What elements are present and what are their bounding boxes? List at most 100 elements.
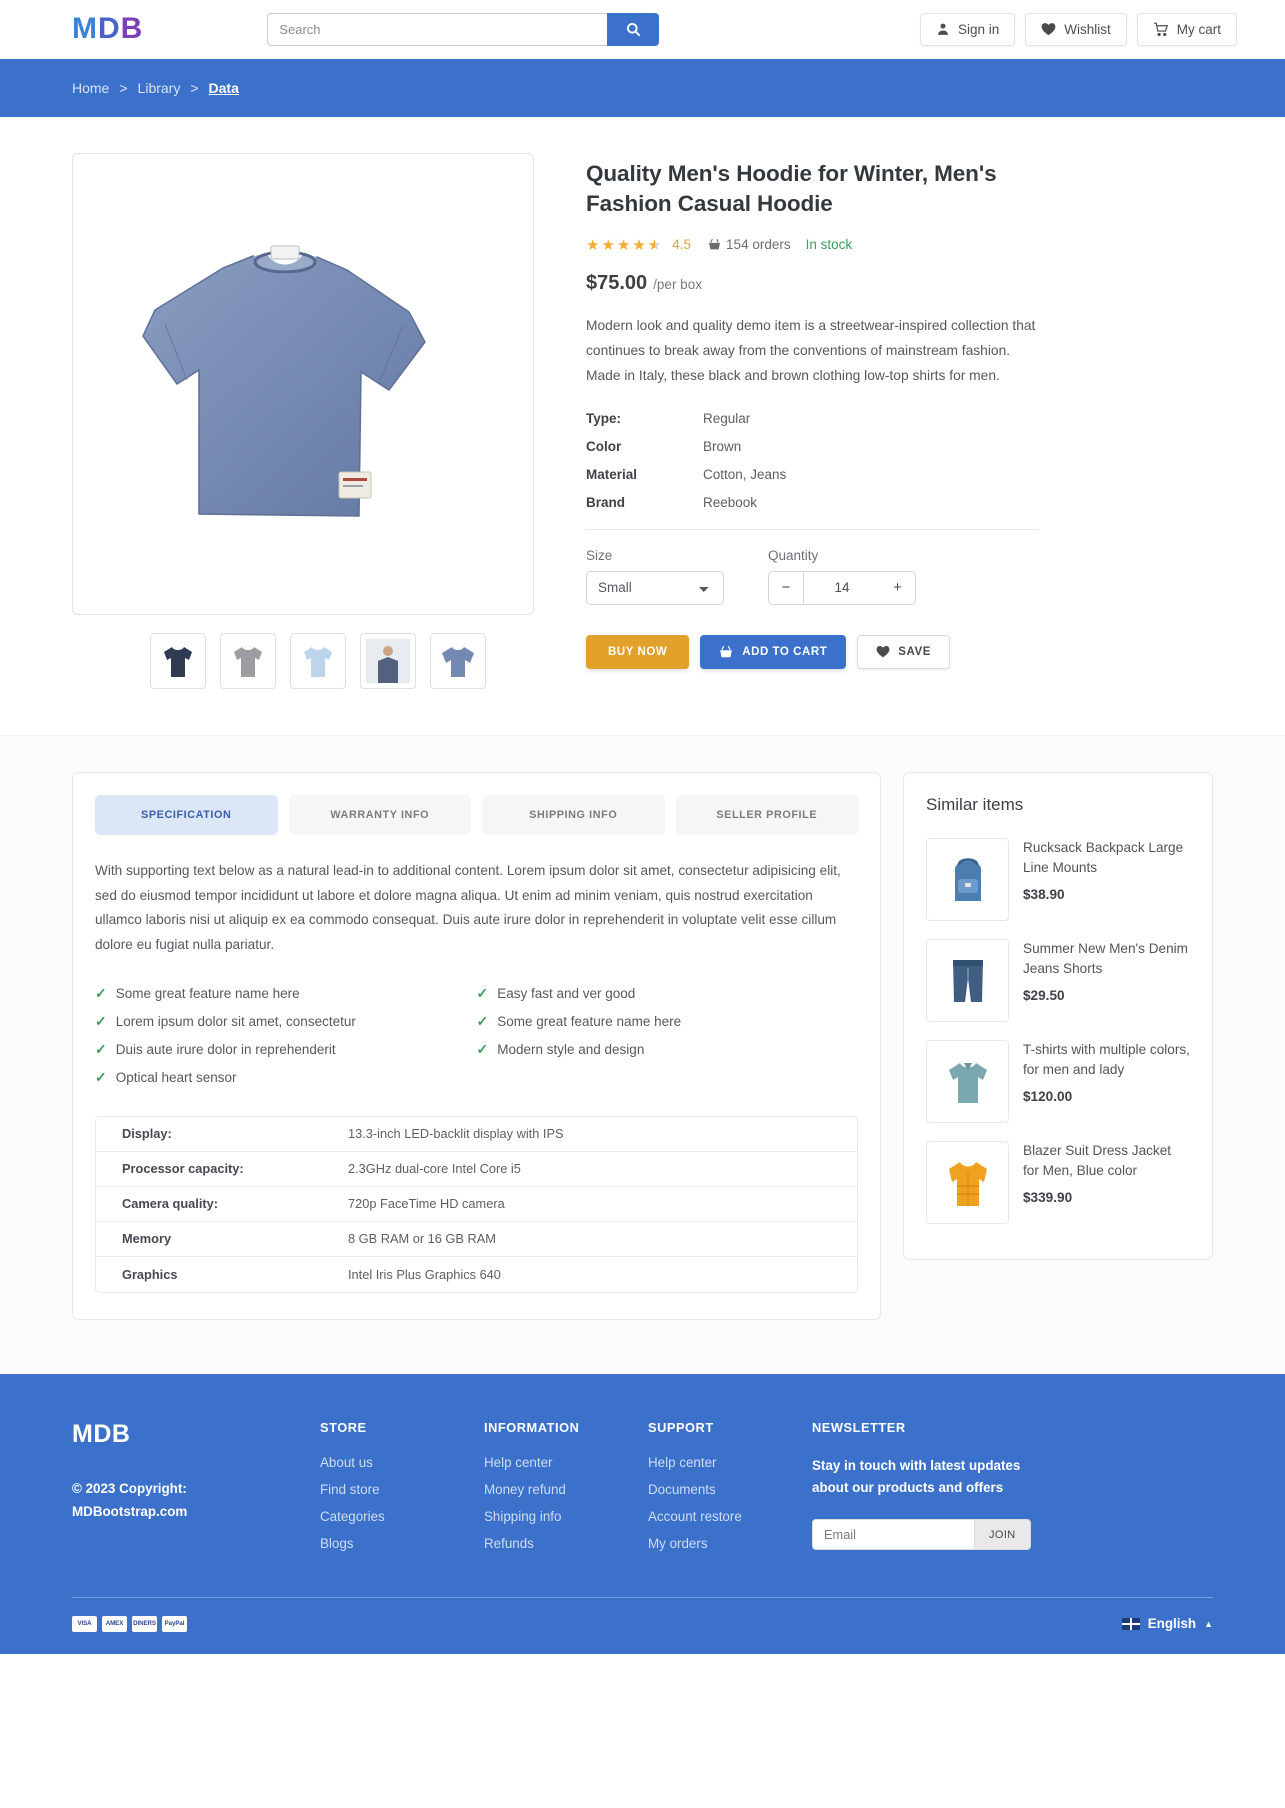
- tab-warranty-info[interactable]: WARRANTY INFO: [288, 795, 471, 835]
- feature-label: Some great feature name here: [115, 986, 300, 1002]
- quantity-increase-button[interactable]: +: [880, 570, 916, 605]
- size-select[interactable]: Small: [586, 570, 724, 605]
- star-full-icon: ★: [632, 236, 647, 254]
- spec-key: Graphics: [122, 1266, 178, 1282]
- footer-heading-store: STORE: [320, 1419, 367, 1435]
- footer-link-find-store[interactable]: Find store: [320, 1482, 484, 1497]
- caret-up-icon: ▲: [1204, 1618, 1213, 1629]
- attribute-row: Color Brown: [586, 439, 1213, 454]
- mdb-logo[interactable]: MDB: [72, 12, 143, 46]
- thumb-navy-tshirt-icon: [164, 647, 192, 677]
- thumbnail-1[interactable]: [220, 633, 276, 689]
- action-buttons: BUY NOW ADD TO CART SAVE: [586, 634, 1213, 669]
- shorts-icon: [952, 959, 983, 1002]
- breadcrumb-separator-2: >: [190, 80, 199, 96]
- footer-column-store: STORE About us Find store Categories Blo…: [320, 1420, 484, 1563]
- tab-specification[interactable]: SPECIFICATION: [95, 795, 278, 835]
- thumb-blue-longsleeve-icon: [442, 647, 474, 677]
- footer-columns: MDB © 2023 Copyright: MDBootstrap.com ST…: [72, 1420, 1213, 1563]
- newsletter-form: JOIN: [812, 1519, 1112, 1551]
- quantity-label: Quantity: [768, 547, 819, 563]
- footer-column-newsletter: NEWSLETTER Stay in touch with latest upd…: [812, 1420, 1112, 1563]
- product-attributes: Type: Regular Color Brown Material Cotto…: [586, 411, 1213, 510]
- language-selector[interactable]: English ▲: [1121, 1616, 1213, 1631]
- list-item[interactable]: Summer New Men's Denim Jeans Shorts $29.…: [926, 930, 1190, 1031]
- quantity-stepper: − +: [768, 570, 916, 605]
- thumbnail-3[interactable]: [360, 633, 416, 689]
- newsletter-join-button[interactable]: JOIN: [974, 1519, 1031, 1551]
- spec-value: 8 GB RAM or 16 GB RAM: [348, 1231, 496, 1247]
- attribute-key-color: Color: [586, 438, 622, 454]
- footer-link-about-us[interactable]: About us: [320, 1455, 484, 1470]
- attribute-row: Material Cotton, Jeans: [586, 467, 1213, 482]
- product-section: Quality Men's Hoodie for Winter, Men's F…: [0, 117, 1285, 735]
- quantity-input[interactable]: [804, 570, 880, 605]
- check-icon: ✓: [95, 1013, 107, 1030]
- breadcrumb-item-data[interactable]: Data: [209, 80, 239, 96]
- product-price: $75.00: [586, 271, 648, 294]
- footer-link-account-restore[interactable]: Account restore: [648, 1509, 812, 1524]
- product-details: Quality Men's Hoodie for Winter, Men's F…: [586, 153, 1213, 689]
- wishlist-button[interactable]: Wishlist: [1025, 12, 1127, 46]
- feature-item: ✓ Modern style and design: [477, 1036, 859, 1064]
- list-item[interactable]: Blazer Suit Dress Jacket for Men, Blue c…: [926, 1132, 1190, 1233]
- save-label: SAVE: [898, 645, 931, 658]
- list-item[interactable]: T-shirts with multiple colors, for men a…: [926, 1031, 1190, 1132]
- rating-row: ★ ★ ★ ★ ★ ★ 4.5 154 orders: [586, 236, 1213, 254]
- stock-status: In stock: [805, 237, 853, 253]
- orders-count: 154 orders: [708, 237, 791, 252]
- list-item[interactable]: Rucksack Backpack Large Line Mounts $38.…: [926, 829, 1190, 930]
- thumbnail-4[interactable]: [430, 633, 486, 689]
- thumbnail-0[interactable]: [150, 633, 206, 689]
- product-title: Quality Men's Hoodie for Winter, Men's F…: [586, 161, 997, 216]
- thumbnail-2[interactable]: [290, 633, 346, 689]
- basket-icon: [720, 645, 733, 657]
- search-icon: [626, 22, 641, 36]
- feature-label: Lorem ipsum dolor sit amet, consectetur: [115, 1014, 356, 1030]
- save-button[interactable]: SAVE: [857, 634, 950, 669]
- footer-link-money-refund[interactable]: Money refund: [484, 1482, 648, 1497]
- footer-link-blogs[interactable]: Blogs: [320, 1536, 484, 1551]
- footer-link-my-orders[interactable]: My orders: [648, 1536, 812, 1551]
- search-input[interactable]: [267, 12, 608, 46]
- buy-now-button[interactable]: BUY NOW: [586, 634, 690, 669]
- quantity-block: Quantity − +: [768, 548, 916, 605]
- check-icon: ✓: [476, 1013, 489, 1030]
- tab-shipping-info[interactable]: SHIPPING INFO: [482, 795, 665, 835]
- newsletter-email-input[interactable]: [812, 1519, 974, 1551]
- star-full-icon: ★: [616, 236, 632, 254]
- footer-link-categories[interactable]: Categories: [320, 1509, 484, 1524]
- visa-icon: VISA: [72, 1615, 97, 1632]
- footer-link-documents[interactable]: Documents: [648, 1482, 812, 1497]
- product-page: MDB Sign in Wishlist: [0, 0, 1285, 1654]
- cart-icon: [1153, 22, 1168, 36]
- tab-seller-profile[interactable]: SELLER PROFILE: [675, 795, 858, 835]
- feature-item: ✓ Some great feature name here: [477, 1008, 859, 1036]
- product-gallery: [72, 153, 534, 689]
- feature-item: ✓ Easy fast and ver good: [477, 980, 859, 1008]
- feature-item: ✓ Duis aute irure dolor in reprehenderit: [95, 1036, 477, 1064]
- sign-in-button[interactable]: Sign in: [919, 12, 1016, 46]
- footer-link-help-center[interactable]: Help center: [484, 1455, 648, 1470]
- uk-flag-icon: [1121, 1617, 1140, 1630]
- footer-link-shipping-info[interactable]: Shipping info: [484, 1509, 648, 1524]
- footer-link-refunds[interactable]: Refunds: [484, 1536, 648, 1551]
- my-cart-button[interactable]: My cart: [1136, 12, 1237, 46]
- feature-item: ✓ Optical heart sensor: [95, 1064, 477, 1092]
- footer-column-information: INFORMATION Help center Money refund Shi…: [484, 1420, 648, 1563]
- hoodie-image: [142, 245, 426, 517]
- footer-heading-newsletter: NEWSLETTER: [812, 1419, 906, 1435]
- add-to-cart-button[interactable]: ADD TO CART: [700, 634, 847, 669]
- spec-value: Intel Iris Plus Graphics 640: [348, 1266, 501, 1282]
- breadcrumb-item-home[interactable]: Home: [72, 80, 109, 96]
- quantity-decrease-button[interactable]: −: [768, 570, 804, 605]
- footer-column-support: SUPPORT Help center Documents Account re…: [648, 1420, 812, 1563]
- footer-link-support-help-center[interactable]: Help center: [648, 1455, 812, 1470]
- search-button[interactable]: [607, 12, 660, 46]
- main-product-image[interactable]: [72, 153, 534, 615]
- similar-item-price: $38.90: [1023, 887, 1065, 903]
- logo-letter-b: B: [120, 12, 144, 45]
- logo-letter-m: M: [72, 12, 98, 45]
- breadcrumb-item-library[interactable]: Library: [138, 80, 181, 96]
- similar-item-thumb: [926, 1141, 1009, 1224]
